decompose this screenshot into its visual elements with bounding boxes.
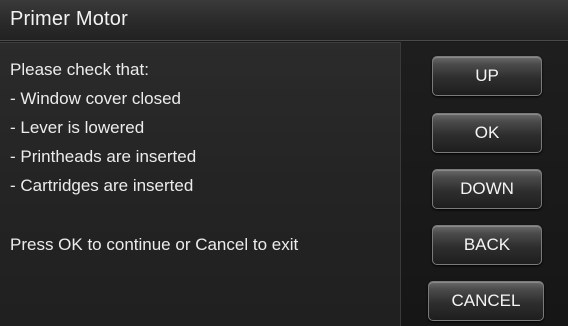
message-line-lever: - Lever is lowered [10,118,145,137]
down-button[interactable]: DOWN [432,169,542,209]
ok-button[interactable]: OK [432,113,542,153]
printer-screen: Primer Motor Please check that: - Window… [0,0,568,326]
title-bar: Primer Motor [0,0,568,41]
back-button[interactable]: BACK [432,225,542,265]
message-line-printheads: - Printheads are inserted [10,147,197,166]
up-button[interactable]: UP [432,56,542,96]
message-line-heading: Please check that: [10,60,149,79]
cancel-button[interactable]: CANCEL [428,281,544,321]
message-panel: Please check that: - Window cover closed… [0,42,401,326]
message-line-instruction: Press OK to continue or Cancel to exit [10,235,299,254]
message-line-cartridges: - Cartridges are inserted [10,176,194,195]
window-title: Primer Motor [10,8,128,30]
button-panel: UP OK DOWN BACK CANCEL [401,42,568,326]
message-line-window-cover: - Window cover closed [10,89,182,108]
